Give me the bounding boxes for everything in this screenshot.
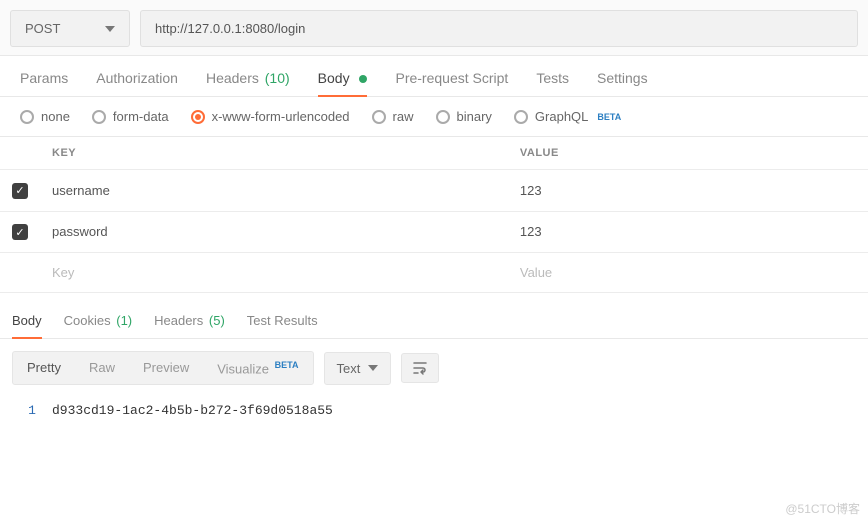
fmt-preview[interactable]: Preview bbox=[129, 352, 203, 384]
form-data-table: KEY VALUE ✓ username 123 ✓ password 123 … bbox=[0, 137, 868, 293]
key-cell[interactable]: password bbox=[40, 211, 508, 253]
response-tabs: Body Cookies (1) Headers (5) Test Result… bbox=[0, 299, 868, 339]
tab-authorization[interactable]: Authorization bbox=[96, 70, 178, 96]
value-cell[interactable]: 123 bbox=[508, 211, 868, 253]
tab-settings[interactable]: Settings bbox=[597, 70, 648, 96]
body-type-urlencoded-label: x-www-form-urlencoded bbox=[212, 109, 350, 124]
request-tabs: Params Authorization Headers (10) Body P… bbox=[0, 56, 868, 97]
tab-prerequest[interactable]: Pre-request Script bbox=[395, 70, 508, 96]
tab-headers[interactable]: Headers (10) bbox=[206, 70, 290, 96]
cookies-count: (1) bbox=[116, 313, 132, 328]
line-number: 1 bbox=[12, 403, 52, 418]
fmt-visualize-label: Visualize bbox=[217, 361, 269, 376]
table-row-new: Key Value bbox=[0, 253, 868, 293]
http-method-select[interactable]: POST bbox=[10, 10, 130, 47]
radio-icon bbox=[191, 110, 205, 124]
format-tabs: Pretty Raw Preview Visualize BETA bbox=[12, 351, 314, 385]
fmt-visualize[interactable]: Visualize BETA bbox=[203, 352, 312, 384]
radio-icon bbox=[436, 110, 450, 124]
body-type-raw[interactable]: raw bbox=[372, 109, 414, 124]
resp-headers-count: (5) bbox=[209, 313, 225, 328]
fmt-raw[interactable]: Raw bbox=[75, 352, 129, 384]
body-indicator-icon bbox=[359, 75, 367, 83]
body-type-binary[interactable]: binary bbox=[436, 109, 492, 124]
url-input[interactable]: http://127.0.0.1:8080/login bbox=[140, 10, 858, 47]
tab-headers-label: Headers bbox=[206, 70, 259, 86]
response-body: 1 d933cd19-1ac2-4b5b-b272-3f69d0518a55 bbox=[0, 397, 868, 438]
fmt-pretty[interactable]: Pretty bbox=[13, 352, 75, 384]
key-input[interactable]: Key bbox=[40, 253, 508, 293]
response-type-select[interactable]: Text bbox=[324, 352, 392, 385]
row-checkbox[interactable]: ✓ bbox=[12, 224, 28, 240]
body-type-urlencoded[interactable]: x-www-form-urlencoded bbox=[191, 109, 350, 124]
row-checkbox[interactable]: ✓ bbox=[12, 183, 28, 199]
value-header: VALUE bbox=[508, 137, 868, 170]
radio-icon bbox=[92, 110, 106, 124]
resp-tab-headers[interactable]: Headers (5) bbox=[154, 313, 225, 338]
body-type-none-label: none bbox=[41, 109, 70, 124]
tab-body[interactable]: Body bbox=[318, 70, 368, 96]
headers-count: (10) bbox=[265, 70, 290, 86]
key-cell[interactable]: username bbox=[40, 170, 508, 212]
resp-tab-tests[interactable]: Test Results bbox=[247, 313, 318, 338]
resp-cookies-label: Cookies bbox=[64, 313, 111, 328]
beta-badge: BETA bbox=[275, 360, 299, 370]
tab-tests[interactable]: Tests bbox=[536, 70, 569, 96]
wrap-icon bbox=[412, 360, 428, 376]
radio-icon bbox=[20, 110, 34, 124]
body-type-graphql-label: GraphQL bbox=[535, 109, 588, 124]
radio-icon bbox=[514, 110, 528, 124]
checkbox-header bbox=[0, 137, 40, 170]
tab-params[interactable]: Params bbox=[20, 70, 68, 96]
url-value: http://127.0.0.1:8080/login bbox=[155, 21, 305, 36]
beta-badge: BETA bbox=[597, 112, 621, 122]
chevron-down-icon bbox=[105, 26, 115, 32]
body-type-binary-label: binary bbox=[457, 109, 492, 124]
value-input[interactable]: Value bbox=[508, 253, 868, 293]
watermark: @51CTO博客 bbox=[785, 500, 860, 517]
table-row: ✓ password 123 bbox=[0, 211, 868, 253]
body-type-graphql[interactable]: GraphQL BETA bbox=[514, 109, 621, 124]
http-method-label: POST bbox=[25, 21, 60, 36]
response-content[interactable]: d933cd19-1ac2-4b5b-b272-3f69d0518a55 bbox=[52, 403, 333, 418]
table-row: ✓ username 123 bbox=[0, 170, 868, 212]
key-header: KEY bbox=[40, 137, 508, 170]
response-controls: Pretty Raw Preview Visualize BETA Text bbox=[0, 339, 868, 397]
radio-icon bbox=[372, 110, 386, 124]
resp-headers-label: Headers bbox=[154, 313, 203, 328]
value-cell[interactable]: 123 bbox=[508, 170, 868, 212]
resp-tab-body[interactable]: Body bbox=[12, 313, 42, 338]
chevron-down-icon bbox=[368, 365, 378, 371]
body-type-formdata-label: form-data bbox=[113, 109, 169, 124]
body-type-none[interactable]: none bbox=[20, 109, 70, 124]
body-type-formdata[interactable]: form-data bbox=[92, 109, 169, 124]
response-type-label: Text bbox=[337, 361, 361, 376]
resp-tab-cookies[interactable]: Cookies (1) bbox=[64, 313, 132, 338]
wrap-lines-button[interactable] bbox=[401, 353, 439, 383]
body-type-row: none form-data x-www-form-urlencoded raw… bbox=[0, 97, 868, 137]
tab-body-label: Body bbox=[318, 70, 350, 86]
body-type-raw-label: raw bbox=[393, 109, 414, 124]
